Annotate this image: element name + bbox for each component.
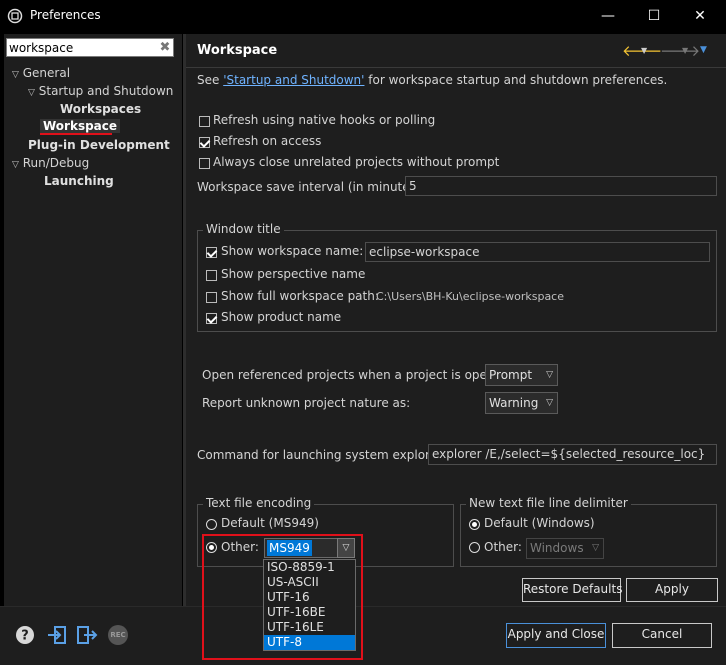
expand-arrow-icon[interactable]: ▽ <box>28 88 35 98</box>
save-interval-label: Workspace save interval (in minutes): <box>197 180 425 194</box>
workspace-name-input[interactable]: eclipse-workspace <box>365 242 710 262</box>
app-icon <box>7 8 23 24</box>
unknown-nature-label: Report unknown project nature as: <box>202 396 411 410</box>
tree-label: Run/Debug <box>22 156 90 170</box>
cancel-button[interactable]: Cancel <box>612 623 712 648</box>
combo-value: Warning <box>489 396 539 410</box>
apply-and-close-button[interactable]: Apply and Close <box>506 623 606 648</box>
delimiter-other-radio[interactable] <box>469 542 480 553</box>
always-close-label: Always close unrelated projects without … <box>213 155 500 169</box>
show-perspective-label: Show perspective name <box>221 267 366 281</box>
combo-value: Prompt <box>489 368 533 382</box>
encoding-option[interactable]: UTF-16LE <box>264 620 355 635</box>
tree-item-startup[interactable]: ▽ Startup and Shutdown <box>28 82 173 100</box>
show-workspace-name-checkbox[interactable] <box>206 247 217 258</box>
explorer-command-label: Command for launching system explorer: <box>197 448 446 462</box>
page-title: Workspace <box>197 43 278 58</box>
tree-item-run-debug[interactable]: ▽ Run/Debug <box>12 154 89 172</box>
startup-shutdown-link[interactable]: 'Startup and Shutdown' <box>223 73 364 87</box>
import-icon[interactable] <box>46 624 68 646</box>
explorer-command-input[interactable]: explorer /E,/select=${selected_resource_… <box>428 444 717 465</box>
show-workspace-name-label: Show workspace name: <box>221 244 364 258</box>
restore-defaults-button[interactable]: Restore Defaults <box>522 578 622 602</box>
chevron-down-icon: ▽ <box>546 370 553 380</box>
tree-item-plugin-development[interactable]: Plug-in Development <box>28 136 170 154</box>
show-product-label: Show product name <box>221 310 342 324</box>
refresh-native-label: Refresh using native hooks or polling <box>213 113 436 127</box>
tree-label: General <box>22 66 71 80</box>
apply-button[interactable]: Apply <box>626 578 718 602</box>
save-interval-input[interactable]: 5 <box>405 176 717 196</box>
encoding-option[interactable]: UTF-16BE <box>264 605 355 620</box>
tree-label: Startup and Shutdown <box>38 84 174 98</box>
show-full-path-checkbox[interactable] <box>206 292 217 303</box>
chevron-down-icon: ▽ <box>546 398 553 408</box>
combo-value: Windows <box>530 541 584 555</box>
tree-item-workspaces[interactable]: Workspaces <box>60 100 141 118</box>
see-startup-text: See 'Startup and Shutdown' for workspace… <box>197 73 667 87</box>
view-menu-icon[interactable]: ▼ <box>700 45 707 55</box>
expand-arrow-icon[interactable]: ▽ <box>12 70 19 80</box>
encoding-option[interactable]: UTF-16 <box>264 590 355 605</box>
open-referenced-label: Open referenced projects when a project … <box>202 368 514 382</box>
delimiter-default-radio[interactable] <box>469 519 480 530</box>
maximize-button[interactable]: ☐ <box>631 4 677 28</box>
export-icon[interactable] <box>76 624 98 646</box>
refresh-access-checkbox[interactable] <box>199 137 210 148</box>
back-menu-icon[interactable]: ▼ <box>641 46 647 55</box>
filter-input[interactable] <box>9 40 154 55</box>
unknown-nature-combo[interactable]: Warning ▽ <box>485 392 558 414</box>
encoding-option[interactable]: ISO-8859-1 <box>264 560 355 575</box>
line-delimiter-group-label: New text file line delimiter <box>466 496 631 510</box>
tree-item-launching[interactable]: Launching <box>44 172 114 190</box>
forward-icon[interactable]: 🡒 <box>660 41 700 60</box>
selection-underline <box>40 133 112 135</box>
chevron-down-icon: ▽ <box>592 543 599 553</box>
text-encoding-group-label: Text file encoding <box>203 496 315 510</box>
encoding-option[interactable]: US-ASCII <box>264 575 355 590</box>
encoding-default-label: Default (MS949) <box>221 516 319 530</box>
show-perspective-checkbox[interactable] <box>206 270 217 281</box>
encoding-default-radio[interactable] <box>206 519 217 530</box>
full-path-value: C:\Users\BH-Ku\eclipse-workspace <box>376 290 564 303</box>
svg-text:?: ? <box>21 629 29 644</box>
see-prefix: See <box>197 73 224 87</box>
record-icon[interactable]: REC <box>108 625 128 645</box>
encoding-dropdown-list[interactable]: ISO-8859-1 US-ASCII UTF-16 UTF-16BE UTF-16LE… <box>263 559 356 651</box>
minimize-button[interactable]: — <box>585 4 631 28</box>
show-product-checkbox[interactable] <box>206 313 217 324</box>
always-close-checkbox[interactable] <box>199 158 210 169</box>
filter-field[interactable] <box>6 38 174 57</box>
window-title-group-label: Window title <box>203 222 284 236</box>
encoding-option[interactable]: UTF-8 <box>264 635 355 650</box>
delimiter-other-label: Other: <box>484 540 522 554</box>
close-button[interactable]: ✕ <box>677 4 723 28</box>
tree-item-general[interactable]: ▽ General <box>12 64 70 82</box>
refresh-access-label: Refresh on access <box>213 134 322 148</box>
window-title: Preferences <box>30 8 101 22</box>
refresh-native-checkbox[interactable] <box>199 116 210 127</box>
expand-arrow-icon[interactable]: ▽ <box>12 160 19 170</box>
tree-label-selected: Workspace <box>40 119 121 133</box>
open-referenced-combo[interactable]: Prompt ▽ <box>485 364 558 386</box>
show-full-path-label: Show full workspace path: <box>221 289 379 303</box>
delimiter-default-label: Default (Windows) <box>484 516 595 530</box>
clear-filter-icon[interactable]: ✖ <box>158 38 172 57</box>
forward-menu-icon[interactable]: ▼ <box>682 46 688 55</box>
delimiter-combo[interactable]: Windows ▽ <box>526 538 604 559</box>
see-suffix: for workspace startup and shutdown prefe… <box>364 73 668 87</box>
help-icon[interactable]: ? <box>14 624 36 646</box>
